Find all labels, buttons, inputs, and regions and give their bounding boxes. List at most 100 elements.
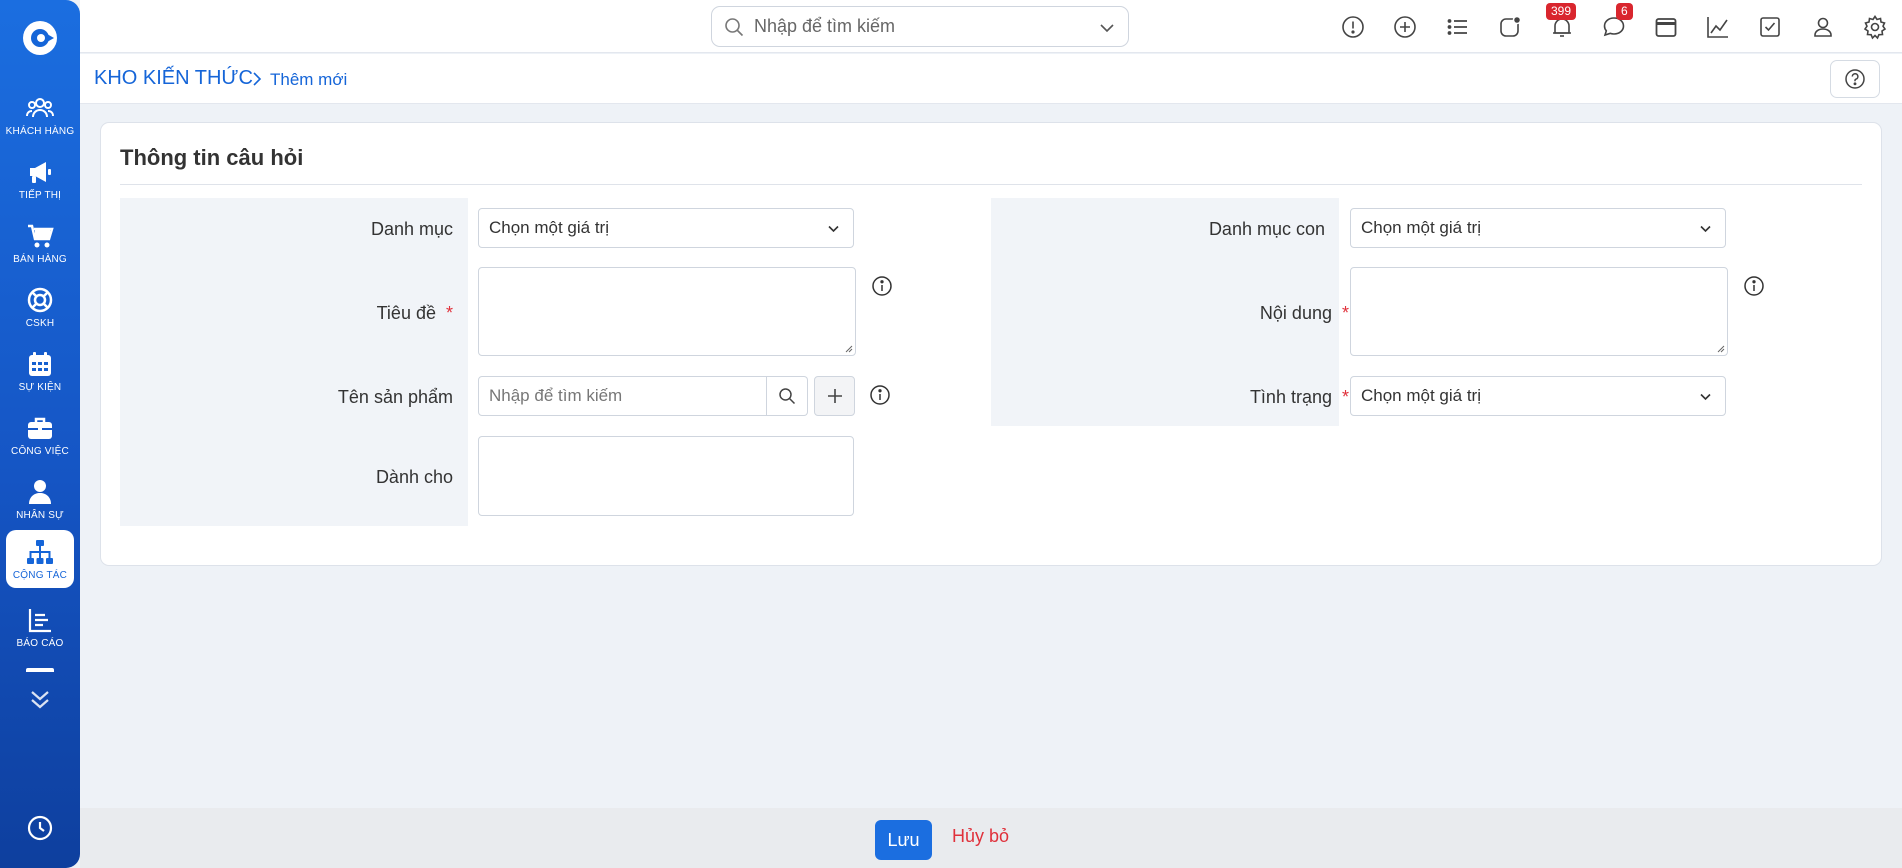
card-divider (120, 184, 1862, 185)
sidebar-item-label: BÁN HÀNG (13, 253, 67, 265)
question-info-card: Thông tin câu hỏi Danh mục Chọn một giá … (100, 122, 1882, 566)
notifications-badge: 399 (1546, 3, 1577, 20)
sidebar-item-collaboration[interactable]: CỘNG TÁC (6, 530, 74, 588)
sidebar-item-reports[interactable]: BÁO CÁO (0, 598, 80, 656)
product-search-button[interactable] (767, 376, 808, 416)
top-bar: 399 6 (80, 0, 1902, 53)
help-circle-icon (1845, 69, 1865, 89)
sidebar-item-customers[interactable]: KHÁCH HÀNG (0, 86, 80, 144)
sidebar-item-label: NHÂN SỰ (16, 509, 64, 521)
status-label-text: Tình trạng (1249, 387, 1332, 407)
title-label: Tiêu đề * (377, 303, 453, 324)
subcategory-select[interactable]: Chọn một giá trị (1350, 208, 1726, 248)
calendar-button[interactable] (1653, 14, 1679, 40)
settings-button[interactable] (1862, 14, 1888, 40)
sidebar-partial-item (26, 668, 54, 672)
list-icon (1447, 19, 1467, 35)
content-label: Nội dung * (1260, 303, 1349, 324)
sidebar-more-button[interactable] (26, 688, 54, 712)
card-title: Thông tin câu hỏi (120, 145, 304, 170)
sidebar-item-label: CSKH (25, 317, 55, 329)
alert-circle-icon (1342, 16, 1364, 38)
user-icon (1814, 17, 1832, 37)
add-product-button[interactable] (814, 376, 855, 416)
sidebar-item-sales[interactable]: BÁN HÀNG (0, 214, 80, 272)
required-mark: * (1341, 387, 1349, 407)
info-icon[interactable] (871, 275, 893, 297)
resize-grip-icon[interactable] (1716, 344, 1725, 353)
subcategory-label: Danh mục con (1208, 219, 1325, 239)
report-icon (28, 608, 51, 632)
title-textarea[interactable] (478, 267, 856, 356)
breadcrumb-current: Thêm mới (270, 70, 348, 89)
status-select[interactable]: Chọn một giá trị (1350, 376, 1726, 416)
sidebar: KHÁCH HÀNG TIẾP THỊ BÁN HÀNG CSKH SỰ KIỆ… (0, 0, 80, 868)
messages-button[interactable]: 6 (1601, 3, 1633, 40)
help-button[interactable] (1830, 60, 1880, 98)
chevron-down-icon (1700, 225, 1711, 233)
category-select-value: Chọn một giá trị (489, 218, 609, 237)
sidebar-item-label: KHÁCH HÀNG (5, 125, 75, 137)
clock-icon (27, 815, 53, 841)
org-chart-icon (27, 539, 53, 564)
calendar-icon (29, 351, 51, 376)
double-chevron-down-icon (31, 691, 49, 709)
product-label: Tên sản phẩm (337, 387, 453, 407)
category-select[interactable]: Chọn một giá trị (478, 208, 854, 248)
sidebar-history-button[interactable] (26, 814, 54, 842)
sidebar-item-tasks[interactable]: CÔNG VIỆC (0, 406, 80, 464)
sidebar-item-label: CÔNG VIỆC (11, 445, 69, 457)
global-search-input[interactable] (754, 16, 1084, 37)
sidebar-item-events[interactable]: SỰ KIỆN (0, 342, 80, 400)
required-mark: * (1341, 303, 1349, 323)
app-logo[interactable] (20, 18, 60, 58)
global-search[interactable] (711, 6, 1129, 47)
sidebar-item-label: CỘNG TÁC (12, 569, 68, 581)
chevron-down-icon[interactable] (1098, 19, 1116, 37)
analytics-button[interactable] (1705, 14, 1731, 40)
calendar-outline-icon (1655, 18, 1677, 37)
sidebar-item-label: BÁO CÁO (16, 637, 64, 649)
required-mark: * (445, 303, 453, 323)
chevron-down-icon (828, 225, 839, 233)
search-icon (779, 388, 796, 405)
info-icon[interactable] (869, 384, 891, 406)
list-button[interactable] (1445, 14, 1471, 40)
sidebar-item-hr[interactable]: NHÂN SỰ (0, 470, 80, 528)
lifebuoy-icon (27, 287, 53, 312)
breadcrumb-root-link[interactable]: KHO KIẾN THỨC (94, 67, 253, 90)
notifications-button[interactable]: 399 (1546, 3, 1577, 40)
breadcrumb: KHO KIẾN THỨC Thêm mới (80, 54, 1902, 104)
sidebar-item-label: SỰ KIỆN (18, 381, 62, 393)
person-icon (29, 479, 51, 504)
briefcase-icon (28, 417, 52, 439)
info-icon[interactable] (1743, 275, 1765, 297)
cancel-button[interactable]: Hủy bỏ (952, 826, 1009, 847)
messages-badge: 6 (1616, 3, 1633, 20)
status-button[interactable] (1497, 14, 1523, 40)
audience-field[interactable] (478, 436, 854, 516)
save-button[interactable]: Lưu (875, 820, 932, 860)
category-label: Danh mục (370, 219, 453, 239)
cart-icon (28, 224, 54, 247)
sidebar-item-label: TIẾP THỊ (18, 189, 62, 201)
chevron-right-icon (253, 72, 262, 86)
resize-grip-icon[interactable] (844, 344, 853, 353)
gear-icon (1863, 15, 1887, 40)
sidebar-item-support[interactable]: CSKH (0, 278, 80, 336)
account-button[interactable] (1810, 14, 1836, 40)
users-icon (26, 97, 54, 117)
megaphone-icon (30, 161, 51, 183)
alert-button[interactable] (1340, 14, 1366, 40)
line-chart-icon (1707, 17, 1728, 38)
form-footer: Lưu Hủy bỏ (80, 808, 1902, 868)
status-select-value: Chọn một giá trị (1361, 386, 1481, 405)
sidebar-item-marketing[interactable]: TIẾP THỊ (0, 150, 80, 208)
status-label: Tình trạng * (1250, 387, 1349, 408)
content-textarea[interactable] (1350, 267, 1728, 356)
plus-icon (827, 389, 842, 403)
product-search-input[interactable] (478, 376, 767, 416)
tasks-button[interactable] (1757, 14, 1783, 40)
plus-circle-icon (1394, 16, 1416, 38)
add-button[interactable] (1392, 14, 1418, 40)
